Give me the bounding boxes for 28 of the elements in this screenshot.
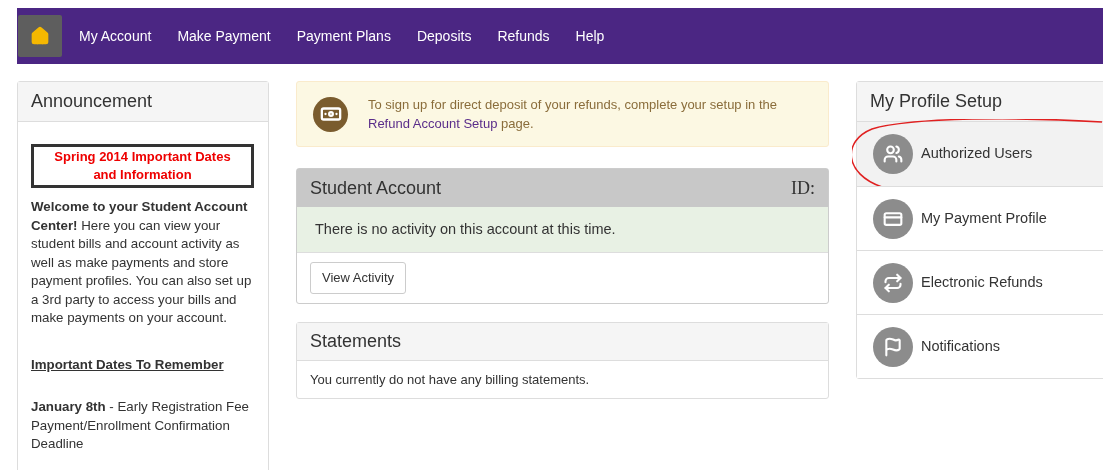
announcement-banner: Spring 2014 Important Dates and Information: [31, 144, 254, 188]
home-icon: [30, 26, 50, 46]
id-label: ID:: [791, 176, 815, 200]
view-activity-button[interactable]: View Activity: [310, 262, 406, 294]
panel-title: Student Account: [310, 176, 442, 200]
statements-message: You currently do not have any billing statements.: [310, 370, 590, 389]
date-entry: January 8th - Early Registration Fee Payment/Enrollment Confirmation Deadline: [31, 398, 250, 453]
panel-title: My Profile Setup: [870, 90, 1003, 113]
arrows-icon: [873, 262, 913, 303]
no-activity-message: There is no activity on this account at this time.: [315, 219, 616, 239]
nav-link[interactable]: Deposits: [403, 25, 485, 47]
panel-title: Statements: [310, 330, 402, 353]
nav-link[interactable]: Payment Plans: [283, 25, 404, 47]
flag-icon: [873, 326, 913, 367]
nav-link[interactable]: Make Payment: [164, 25, 284, 47]
panel-title: Announcement: [31, 90, 153, 113]
credit-card-icon: [873, 198, 913, 239]
dates-heading: Important Dates To Remember: [31, 355, 225, 374]
nav-link[interactable]: My Account: [66, 25, 165, 47]
money-icon: [313, 96, 348, 132]
nav-link[interactable]: Refunds: [484, 25, 563, 47]
nav-link[interactable]: Help: [562, 25, 618, 47]
home-button[interactable]: [18, 15, 62, 57]
alert-text: To sign up for direct deposit of your refunds, complete your setup in the Refund Account Setup page.: [368, 96, 778, 133]
users-icon: [873, 134, 913, 174]
profile-menu-item[interactable]: Notifications: [857, 314, 1103, 378]
refund-setup-link[interactable]: Refund Account Setup: [368, 116, 498, 131]
welcome-text: Welcome to your Student Account Center! Here you can view your student bills and account activity as well as make payments and store payment profiles. You can also set up a 3rd party to access your bills and make payments on your account.: [31, 198, 253, 327]
